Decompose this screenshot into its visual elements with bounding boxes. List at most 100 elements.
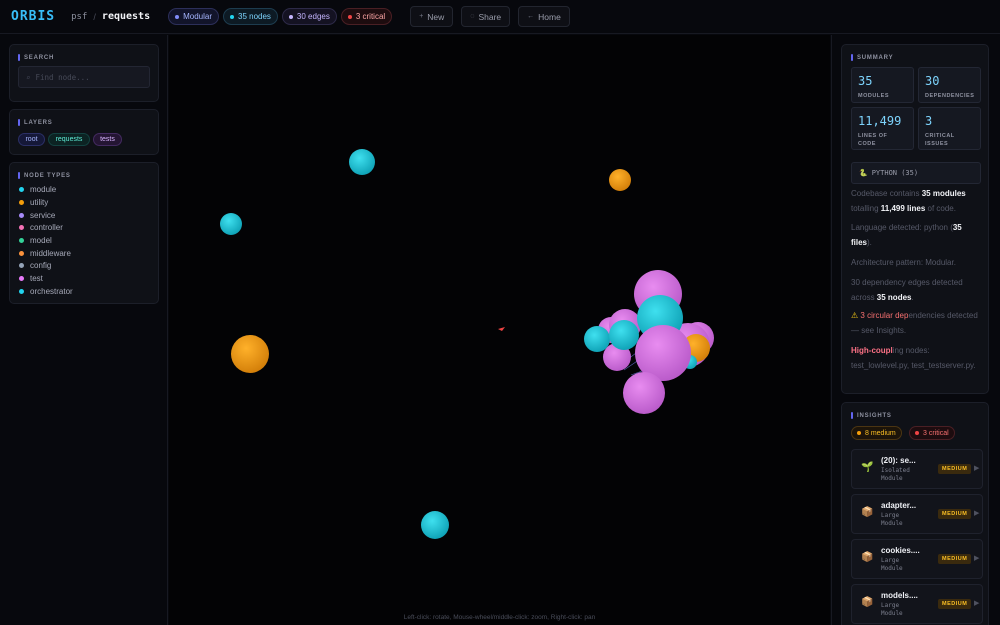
search-title: SEARCH: [18, 54, 54, 61]
legend-dot: [19, 251, 24, 256]
share-icon: ◌: [470, 13, 475, 20]
search-icon: ⌕: [26, 72, 31, 82]
legend-controller[interactable]: controller: [19, 223, 63, 232]
insight-title: models....: [881, 591, 918, 600]
layers-title: LAYERS: [18, 119, 53, 126]
severity-badge: MEDIUM: [938, 554, 972, 564]
legend-dot: [19, 213, 24, 218]
severity-badge: MEDIUM: [938, 509, 972, 519]
language-chip: 🐍 PYTHON (35): [851, 162, 981, 184]
graph-node-utility[interactable]: [231, 335, 269, 373]
insight-item[interactable]: 🌱 (20): se... Isolated Module MEDIUM ▶: [851, 449, 983, 489]
graph-canvas[interactable]: Left-click: rotate, Mouse-wheel/middle-c…: [169, 35, 830, 625]
plus-icon: +: [419, 13, 424, 20]
stat-label: LINES OF CODE: [858, 133, 888, 147]
severity-badge: MEDIUM: [938, 599, 972, 609]
critical-count-badge: 3 critical: [340, 8, 393, 25]
right-sidebar: SUMMARY 35 MODULES 30 DEPENDENCIES 11,49…: [831, 35, 1000, 625]
summary-pattern-text: Architecture pattern: Modular.: [851, 258, 956, 267]
insight-subtitle: Large Module: [881, 602, 903, 617]
graph-node-module[interactable]: [421, 511, 449, 539]
breadcrumb-org[interactable]: psf: [71, 12, 87, 22]
summary-circular-text: ⚠ 3 circular dependencies detected — see…: [851, 311, 978, 335]
legend-service[interactable]: service: [19, 211, 55, 220]
share-button[interactable]: ◌ Share: [461, 6, 511, 27]
graph-node-module[interactable]: [609, 320, 639, 350]
package-icon: 📦: [861, 597, 874, 608]
chevron-right-icon[interactable]: ▶: [974, 509, 979, 517]
insight-item[interactable]: 📦 adapter... Large Module MEDIUM ▶: [851, 494, 983, 534]
chevron-right-icon[interactable]: ▶: [974, 554, 979, 562]
legend-utility[interactable]: utility: [19, 198, 48, 207]
stat-dependencies: 30 DEPENDENCIES: [918, 67, 981, 103]
layer-requests[interactable]: requests: [48, 133, 90, 146]
node-types-title: NODE TYPES: [18, 172, 71, 179]
legend-dot: [19, 225, 24, 230]
legend-module[interactable]: module: [19, 185, 56, 194]
graph-svg[interactable]: [169, 35, 830, 625]
legend-middleware[interactable]: middleware: [19, 249, 71, 258]
insight-subtitle: Isolated Module: [881, 467, 910, 482]
new-button[interactable]: + New: [410, 6, 454, 27]
graph-node-test[interactable]: [623, 372, 665, 414]
summary-title: SUMMARY: [851, 54, 893, 61]
severity-badge: MEDIUM: [938, 464, 972, 474]
canvas-controls-hint: Left-click: rotate, Mouse-wheel/middle-c…: [403, 614, 596, 621]
layer-root[interactable]: root: [18, 133, 45, 146]
python-icon: 🐍: [859, 169, 868, 177]
graph-node-module[interactable]: [584, 326, 610, 352]
pattern-badge: Modular: [168, 8, 219, 25]
stat-value: 11,499: [858, 114, 902, 128]
legend-dot: [19, 238, 24, 243]
summary-coupling-text: High-coupling nodes: test_lowlevel.py, t…: [851, 346, 976, 370]
home-button[interactable]: ← Home: [518, 6, 570, 27]
insight-item[interactable]: 📦 cookies.... Large Module MEDIUM ▶: [851, 539, 983, 579]
legend-orchestrator[interactable]: orchestrator: [19, 287, 73, 296]
chevron-right-icon[interactable]: ▶: [974, 464, 979, 472]
stat-value: 3: [925, 114, 933, 128]
critical-filter[interactable]: 3 critical: [909, 426, 955, 440]
top-bar: ORBIS psf / requests Modular 35 nodes 30…: [0, 0, 1000, 34]
chevron-right-icon[interactable]: ▶: [974, 599, 979, 607]
graph-marker-icon: [498, 327, 505, 331]
legend-dot: [19, 200, 24, 205]
summary-modules-text: Codebase contains 35 modules totalling 1…: [851, 189, 966, 213]
search-placeholder: Find node...: [35, 72, 90, 82]
search-card: SEARCH ⌕ Find node...: [9, 44, 159, 102]
insight-subtitle: Large Module: [881, 512, 903, 527]
stat-value: 30: [925, 74, 940, 88]
nodes-count-badge: 35 nodes: [223, 8, 278, 25]
stat-label: MODULES: [858, 93, 889, 99]
search-input[interactable]: ⌕ Find node...: [18, 66, 150, 88]
legend-dot: [19, 187, 24, 192]
summary-language-text: Language detected: python (35 files).: [851, 223, 962, 247]
stat-modules: 35 MODULES: [851, 67, 914, 103]
legend-dot: [19, 276, 24, 281]
graph-node-module[interactable]: [349, 149, 375, 175]
package-icon: 📦: [861, 552, 874, 563]
stat-critical-issues: 3 CRITICAL ISSUES: [918, 107, 981, 150]
legend-test[interactable]: test: [19, 274, 43, 283]
legend-config[interactable]: config: [19, 261, 51, 270]
summary-edges-text: 30 dependency edges detected across 35 n…: [851, 278, 963, 302]
breadcrumb-separator: /: [93, 11, 96, 22]
insights-card: INSIGHTS 8 medium 3 critical 🌱 (20): se.…: [841, 402, 989, 625]
summary-card: SUMMARY 35 MODULES 30 DEPENDENCIES 11,49…: [841, 44, 989, 394]
legend-model[interactable]: model: [19, 236, 52, 245]
insight-item[interactable]: 📦 models.... Large Module MEDIUM ▶: [851, 584, 983, 624]
legend-dot: [19, 263, 24, 268]
back-arrow-icon: ←: [527, 13, 535, 20]
medium-filter[interactable]: 8 medium: [851, 426, 902, 440]
stat-lines-of-code: 11,499 LINES OF CODE: [851, 107, 914, 150]
app-logo[interactable]: ORBIS: [11, 9, 55, 24]
breadcrumb-repo: requests: [101, 11, 151, 22]
graph-node-module[interactable]: [220, 213, 242, 235]
package-icon: 📦: [861, 507, 874, 518]
warning-icon: ⚠: [851, 311, 861, 320]
legend-dot: [19, 289, 24, 294]
insights-title: INSIGHTS: [851, 412, 892, 419]
insight-title: adapter...: [881, 501, 917, 510]
stat-label: DEPENDENCIES: [925, 93, 975, 99]
layer-tests[interactable]: tests: [93, 133, 122, 146]
graph-node-utility[interactable]: [609, 169, 631, 191]
